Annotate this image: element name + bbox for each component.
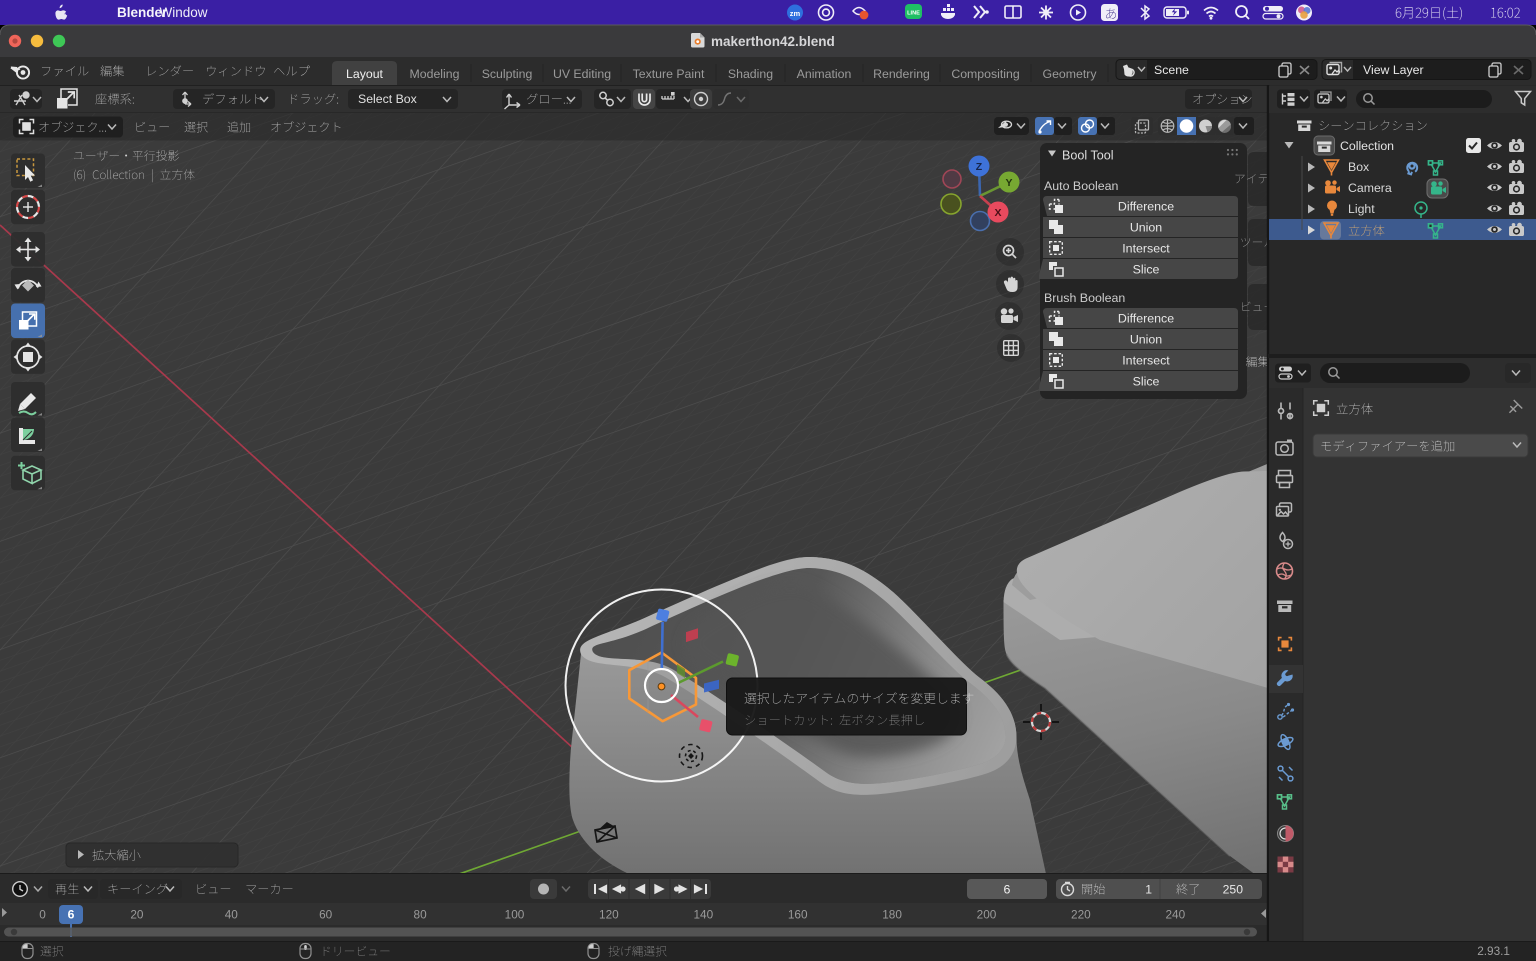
svg-text:Collection: Collection <box>1340 139 1394 153</box>
svg-text:Union: Union <box>1130 221 1162 235</box>
svg-text:60: 60 <box>319 908 333 922</box>
svg-text:Auto Boolean: Auto Boolean <box>1044 179 1119 193</box>
svg-text:Slice: Slice <box>1133 375 1160 389</box>
svg-text:160: 160 <box>788 908 808 922</box>
svg-text:Geometry: Geometry <box>1043 67 1098 81</box>
svg-text:Bool Tool: Bool Tool <box>1062 149 1114 163</box>
svg-text:Slice: Slice <box>1133 263 1160 277</box>
svg-text:Camera: Camera <box>1348 181 1392 195</box>
svg-text:UV Editing: UV Editing <box>553 67 611 81</box>
svg-text:240: 240 <box>1165 908 1185 922</box>
svg-text:Compositing: Compositing <box>951 67 1020 81</box>
svg-text:100: 100 <box>505 908 525 922</box>
svg-text:6: 6 <box>1004 883 1011 897</box>
svg-text:makerthon42.blend: makerthon42.blend <box>711 34 835 49</box>
svg-text:Texture Paint: Texture Paint <box>633 67 705 81</box>
svg-text:Intersect: Intersect <box>1122 354 1170 368</box>
svg-text:1: 1 <box>1145 883 1152 897</box>
svg-text:Select Box: Select Box <box>358 92 418 106</box>
svg-text:40: 40 <box>225 908 239 922</box>
svg-text:X: X <box>994 207 1001 219</box>
svg-text:Box: Box <box>1348 160 1370 174</box>
svg-text:120: 120 <box>599 908 619 922</box>
svg-text:LINE: LINE <box>907 11 920 17</box>
svg-text:Shading: Shading <box>728 67 773 81</box>
svg-text:Sculpting: Sculpting <box>482 67 533 81</box>
svg-text:6: 6 <box>68 908 75 922</box>
svg-text:250: 250 <box>1223 883 1244 897</box>
svg-text:Union: Union <box>1130 333 1162 347</box>
svg-text:20: 20 <box>130 908 144 922</box>
svg-text:Rendering: Rendering <box>873 67 930 81</box>
svg-text:2.93.1: 2.93.1 <box>1477 944 1510 958</box>
svg-text:View Layer: View Layer <box>1363 63 1424 77</box>
svg-text:zm: zm <box>790 9 801 18</box>
svg-text:0: 0 <box>39 908 46 922</box>
svg-text:220: 220 <box>1071 908 1091 922</box>
svg-text:Light: Light <box>1348 202 1375 216</box>
svg-text:Scene: Scene <box>1154 63 1189 77</box>
svg-text:140: 140 <box>693 908 713 922</box>
svg-text:80: 80 <box>414 908 428 922</box>
svg-text:Brush Boolean: Brush Boolean <box>1044 291 1125 305</box>
svg-text:Intersect: Intersect <box>1122 242 1170 256</box>
svg-text:180: 180 <box>882 908 902 922</box>
svg-text:Layout: Layout <box>346 67 384 81</box>
svg-text:Y: Y <box>1005 177 1012 189</box>
svg-text:200: 200 <box>977 908 997 922</box>
svg-text:Difference: Difference <box>1118 312 1174 326</box>
svg-text:Window: Window <box>160 5 208 20</box>
svg-text:Modeling: Modeling <box>410 67 460 81</box>
svg-text:Animation: Animation <box>797 67 852 81</box>
svg-text:Difference: Difference <box>1118 200 1174 214</box>
svg-text:Z: Z <box>976 161 983 173</box>
